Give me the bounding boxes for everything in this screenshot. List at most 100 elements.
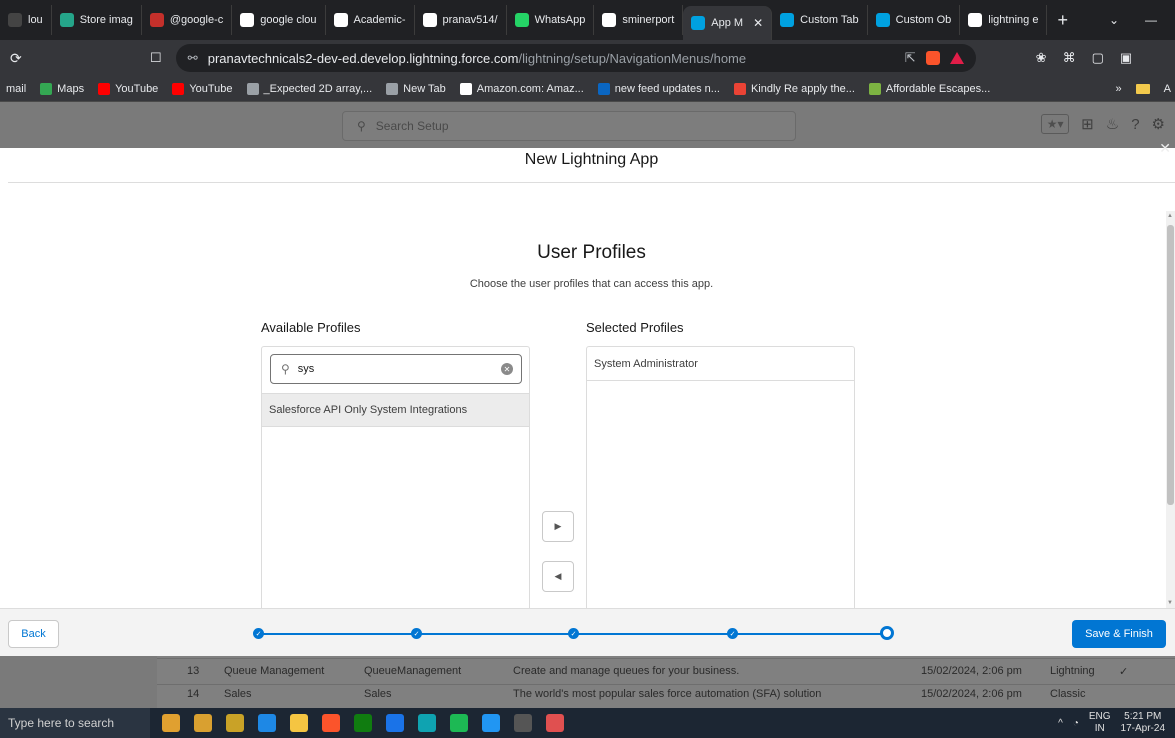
edge-icon[interactable] <box>418 714 436 732</box>
brave-shields-icon[interactable] <box>925 51 940 65</box>
modal-close-icon[interactable]: ✕ <box>1159 140 1171 157</box>
profile-search-field[interactable]: ⚲ ✕ <box>270 354 522 384</box>
explorer-icon[interactable] <box>290 714 308 732</box>
row-date: 15/02/2024, 2:06 pm <box>921 688 1022 700</box>
trailhead-icon[interactable]: ♨ <box>1106 115 1119 133</box>
scroll-up-icon[interactable]: ▲ <box>1167 213 1173 219</box>
bookmark-item[interactable]: YouTube <box>172 82 233 95</box>
bookmark-favicon-icon <box>40 82 53 95</box>
close-tab-icon[interactable]: ✕ <box>753 16 763 30</box>
save-and-finish-button[interactable]: Save & Finish <box>1072 620 1166 648</box>
browser-tab[interactable]: Academic- <box>326 5 415 35</box>
gear-icon[interactable]: ⚙ <box>1152 115 1165 133</box>
bookmark-item[interactable]: New Tab <box>386 82 446 95</box>
clear-search-icon[interactable]: ✕ <box>501 363 513 375</box>
network-icon[interactable]: ◔ <box>1073 718 1079 729</box>
game-icon[interactable] <box>226 714 244 732</box>
language-indicator[interactable]: ENG IN <box>1089 711 1111 735</box>
browser-tab[interactable]: App M ✕ <box>683 6 773 40</box>
extension-icon[interactable]: ❀ <box>1036 50 1047 66</box>
browser-tab[interactable]: Store imag <box>52 5 142 35</box>
list-item[interactable]: System Administrator <box>587 347 854 381</box>
scroll-down-icon[interactable]: ▼ <box>1167 600 1173 606</box>
tab-favicon-icon <box>968 13 983 27</box>
region-code: IN <box>1094 723 1105 734</box>
bookmark-item[interactable]: Affordable Escapes... <box>868 82 990 95</box>
global-actions-icon[interactable]: ⊞ <box>1081 115 1094 133</box>
back-button[interactable]: Back <box>8 620 59 648</box>
bookmark-label: YouTube <box>189 82 233 95</box>
bookmark-favicon-icon <box>98 82 111 95</box>
site-settings-icon[interactable]: ⚯ <box>188 51 198 65</box>
url-bar[interactable]: ⚯ pranavtechnicals2-dev-ed.develop.light… <box>175 44 976 72</box>
profile-search-input[interactable] <box>297 363 488 375</box>
favorites-star-icon[interactable]: ★▾ <box>1041 114 1070 134</box>
scrollbar-thumb[interactable] <box>1167 225 1174 505</box>
bookmark-item[interactable]: Kindly Re apply the... <box>733 82 855 95</box>
setup-search[interactable]: ⚲ Search Setup <box>342 111 796 141</box>
row-description: Create and manage queues for your busine… <box>513 665 740 677</box>
move-to-available-button[interactable]: ◀ <box>542 561 574 592</box>
browser-tab-bar: + ⌄ — lou Store imag @google-c google clou A… <box>0 0 1175 40</box>
puzzle-icon[interactable]: ⌘ <box>1063 50 1076 66</box>
bookmark-item[interactable]: mail <box>6 83 26 95</box>
taskbar-search[interactable]: Type here to search <box>0 708 150 738</box>
tab-search-icon[interactable]: ⌄ <box>1109 13 1119 27</box>
section-description: Choose the user profiles that can access… <box>469 278 714 290</box>
browser-tab[interactable]: pranav514/ <box>415 5 507 35</box>
sidebar-icon[interactable]: ▢ <box>1092 50 1104 66</box>
bookmark-label: mail <box>6 82 27 95</box>
bookmark-item[interactable]: new feed updates n... <box>597 82 720 95</box>
minimize-icon[interactable]: — <box>1145 13 1157 27</box>
vscode-icon[interactable] <box>482 714 500 732</box>
bookmark-label: new feed updates n... <box>614 82 720 95</box>
row-app-name: Queue Management <box>224 665 325 677</box>
more-bookmarks-icon[interactable]: » <box>1116 83 1122 95</box>
bookmark-item[interactable]: _Expected 2D array,... <box>246 82 372 95</box>
new-tab-button[interactable]: + <box>1047 10 1078 31</box>
share-icon[interactable]: ⇱ <box>905 50 916 66</box>
browser-tab[interactable]: Custom Ob <box>868 5 961 35</box>
tab-label: App M <box>711 17 744 29</box>
clock[interactable]: 5:21 PM 17-Apr-24 <box>1121 711 1165 735</box>
terminal-icon[interactable] <box>514 714 532 732</box>
l-app-icon[interactable] <box>386 714 404 732</box>
tab-label: lightning e <box>988 14 1039 26</box>
background-rows: 13 Queue Management QueueManagement Crea… <box>157 656 1175 708</box>
tab-label: Custom Tab <box>800 14 859 26</box>
search-icon: ⚲ <box>357 119 366 133</box>
mail-icon[interactable] <box>258 714 276 732</box>
bookmark-folder-label[interactable]: A <box>1164 83 1171 95</box>
bookmark-icon[interactable]: ☐ <box>150 50 162 66</box>
widget-icon[interactable] <box>162 714 180 732</box>
tray-chevron-icon[interactable]: ^ <box>1058 718 1063 729</box>
flower-icon[interactable] <box>194 714 212 732</box>
browser-tab[interactable]: google clou <box>232 5 326 35</box>
browser-tab[interactable]: lightning e <box>960 5 1048 35</box>
bookmark-favicon-icon <box>868 82 881 95</box>
help-icon[interactable]: ? <box>1131 116 1139 133</box>
bookmark-item[interactable]: Maps <box>40 82 84 95</box>
brave-rewards-icon[interactable] <box>949 52 964 64</box>
selected-profiles-label: Selected Profiles <box>586 320 684 335</box>
reload-icon[interactable]: ⟳ <box>10 50 150 67</box>
paint-icon[interactable] <box>546 714 564 732</box>
browser-tab[interactable]: @google-c <box>142 5 233 35</box>
spotify-icon[interactable] <box>450 714 468 732</box>
browser-tab[interactable]: lou <box>0 5 52 35</box>
modal-scrollbar[interactable]: ▲ ▼ <box>1166 211 1175 608</box>
browser-tab[interactable]: Custom Tab <box>772 5 868 35</box>
browser-tab[interactable]: WhatsApp <box>507 5 595 35</box>
brave-icon[interactable] <box>322 714 340 732</box>
move-to-selected-button[interactable]: ▶ <box>542 511 574 542</box>
bookmark-item[interactable]: Amazon.com: Amaz... <box>459 82 584 95</box>
table-row: 14 Sales Sales The world's most popular … <box>157 684 1175 708</box>
bookmark-item[interactable]: YouTube <box>98 82 158 95</box>
wallet-icon[interactable]: ▣ <box>1120 50 1132 66</box>
xbox-icon[interactable] <box>354 714 372 732</box>
clock-date: 17-Apr-24 <box>1120 723 1165 734</box>
browser-tab[interactable]: sminerport <box>594 5 684 35</box>
folder-icon[interactable] <box>1135 83 1150 94</box>
list-item[interactable]: Salesforce API Only System Integrations <box>262 393 529 427</box>
address-bar-row: ⟳ ☐ ⚯ pranavtechnicals2-dev-ed.develop.l… <box>0 40 1175 76</box>
